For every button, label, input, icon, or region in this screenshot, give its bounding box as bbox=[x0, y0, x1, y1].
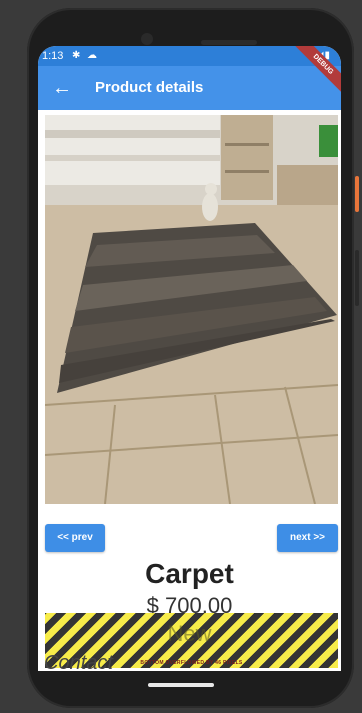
power-button bbox=[355, 176, 359, 212]
status-bar: 1:13 ✱ ☁ ▾◢▮ bbox=[38, 46, 341, 66]
volume-button bbox=[355, 250, 359, 306]
app-screen: 1:13 ✱ ☁ ▾◢▮ ← Product details DEBUG bbox=[38, 46, 341, 671]
cloud-icon: ☁ bbox=[87, 50, 97, 61]
product-name: Carpet bbox=[145, 558, 234, 589]
earpiece bbox=[201, 40, 257, 45]
home-indicator[interactable] bbox=[148, 683, 214, 687]
gear-icon: ✱ bbox=[72, 50, 81, 61]
next-button[interactable]: next >> bbox=[277, 524, 338, 552]
arrow-left-icon[interactable]: ← bbox=[52, 66, 72, 110]
overflow-warning-text: BOTTOM OVERFLOWED BY 46 PIXELS bbox=[140, 660, 243, 666]
page-title: Product details bbox=[95, 79, 204, 96]
product-image bbox=[45, 115, 338, 504]
front-camera bbox=[141, 33, 153, 45]
prev-button[interactable]: << prev bbox=[45, 524, 105, 552]
status-time: 1:13 bbox=[42, 50, 64, 62]
product-tag: New bbox=[167, 621, 212, 646]
app-bar: ← Product details bbox=[38, 66, 341, 110]
